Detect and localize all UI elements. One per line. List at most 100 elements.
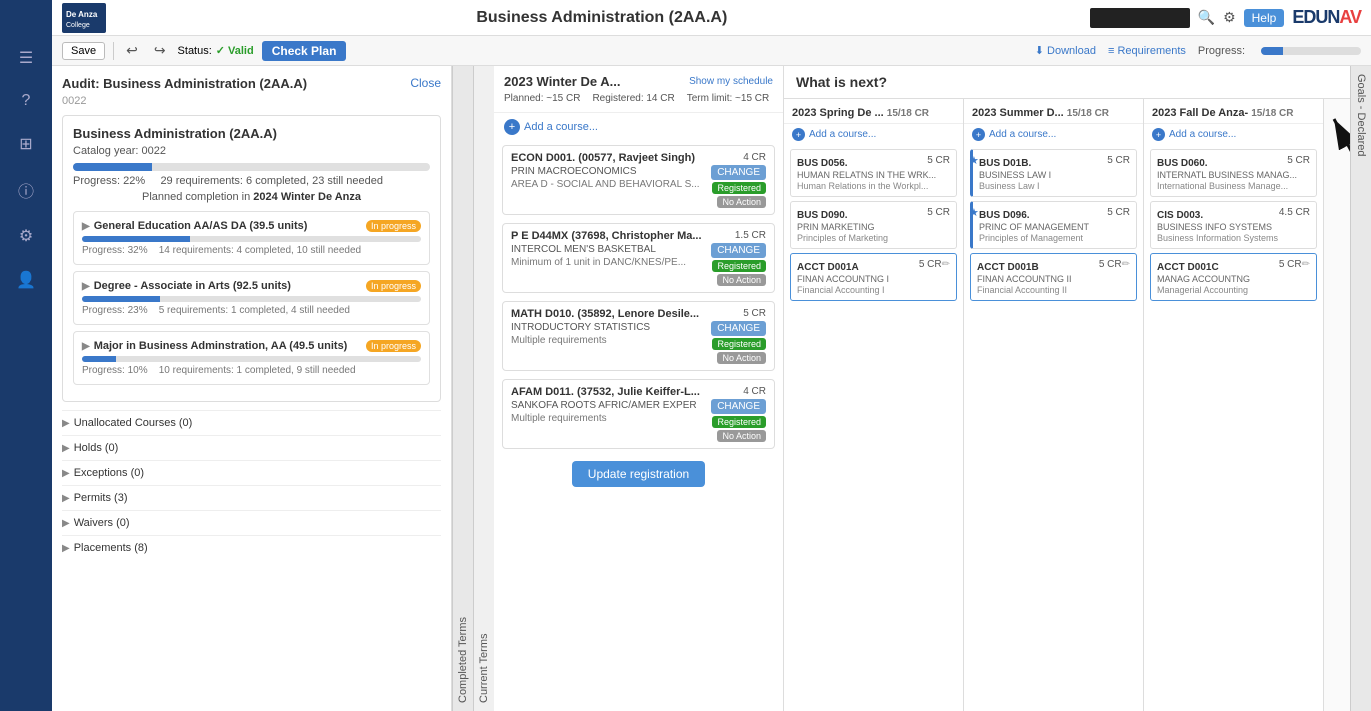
course-1-info: P E D44MX (37698, Christopher Ma... INTE… — [511, 230, 702, 268]
chevron-icon-9: ▶ — [62, 543, 70, 554]
sidebar-grid-icon[interactable]: ⊞ — [0, 122, 52, 166]
chevron-icon-8: ▶ — [62, 518, 70, 529]
toolbar: Save ↩ ↪ Status: ✓ Valid Check Plan ⬇ Do… — [52, 36, 1371, 66]
section-gen-ed-fill — [82, 236, 190, 242]
content-area: Completed Terms Current Terms 2023 Winte… — [452, 66, 1371, 711]
toolbar-divider-1 — [113, 42, 114, 60]
add-course-icon: + — [504, 119, 520, 135]
audit-title: Audit: Business Administration (2AA.A) — [62, 76, 307, 91]
course-3-credits: 4 CR — [743, 386, 766, 397]
check-plan-button[interactable]: Check Plan — [262, 41, 347, 61]
status-value: ✓ Valid — [216, 44, 254, 57]
course-card-2: MATH D010. (35892, Lenore Desile... INTR… — [502, 301, 775, 371]
audit-header: Audit: Business Administration (2AA.A) C… — [62, 76, 441, 91]
add-fall-icon: + — [1152, 128, 1165, 141]
section-major-stats: Progress: 10% 10 requirements: 1 complet… — [82, 365, 421, 376]
program-title: Business Administration (2AA.A) — [73, 126, 430, 141]
close-link[interactable]: Close — [410, 76, 441, 90]
program-progress-fill — [73, 163, 152, 171]
fall-course-2: ✏ ACCT D001C 5 CR MANAG ACCOUNTNG Manage… — [1150, 253, 1317, 301]
course-2-name: INTRODUCTORY STATISTICS — [511, 322, 699, 333]
placements-row[interactable]: ▶ Placements (8) — [62, 535, 441, 560]
svg-text:De Anza: De Anza — [66, 10, 98, 19]
sidebar-menu-icon[interactable]: ☰ — [0, 36, 52, 80]
program-box: Business Administration (2AA.A) Catalog … — [62, 115, 441, 402]
add-course-spring-btn[interactable]: + Add a course... — [784, 124, 963, 145]
current-term-header: 2023 Winter De A... Show my schedule Pla… — [494, 66, 783, 113]
current-term-name: 2023 Winter De A... — [504, 74, 620, 89]
help-button[interactable]: Help — [1244, 9, 1285, 27]
edit-icon-spring[interactable]: ✏ — [942, 259, 950, 270]
edit-icon-summer[interactable]: ✏ — [1122, 259, 1130, 270]
sidebar-user-icon[interactable]: 👤 — [0, 258, 52, 302]
summer-course-0: ★ BUS D01B. 5 CR BUSINESS LAW I Business… — [970, 149, 1137, 197]
section-degree-header[interactable]: ▶ Degree - Associate in Arts (92.5 units… — [82, 280, 421, 292]
course-0-change-btn[interactable]: CHANGE — [711, 165, 766, 180]
spring-course-1: BUS D090. 5 CR PRIN MARKETING Principles… — [790, 201, 957, 249]
course-1-name: INTERCOL MEN'S BASKETBAL — [511, 244, 702, 255]
future-term-summer-header: 2023 Summer D... 15/18 CR — [964, 99, 1143, 124]
overall-progress-fill — [1261, 47, 1283, 55]
exceptions-row[interactable]: ▶ Exceptions (0) — [62, 460, 441, 485]
permits-row[interactable]: ▶ Permits (3) — [62, 485, 441, 510]
add-course-summer-btn[interactable]: + Add a course... — [964, 124, 1143, 145]
course-0-info: ECON D001. (00577, Ravjeet Singh) PRIN M… — [511, 152, 700, 190]
registered-cr: Registered: 14 CR — [592, 93, 674, 104]
future-term-summer: 2023 Summer D... 15/18 CR + Add a course… — [964, 99, 1144, 711]
course-3-name: SANKOFA ROOTS AFRIC/AMER EXPER — [511, 400, 700, 411]
course-card-0-header: ECON D001. (00577, Ravjeet Singh) PRIN M… — [511, 152, 766, 208]
completed-terms-label: Completed Terms — [452, 66, 473, 711]
sidebar-info-icon[interactable]: ⓘ — [0, 166, 52, 214]
goals-sidebar[interactable]: Goals - Declared — [1350, 66, 1371, 711]
unallocated-courses-row[interactable]: ▶ Unallocated Courses (0) — [62, 410, 441, 435]
holds-row[interactable]: ▶ Holds (0) — [62, 435, 441, 460]
chevron-icon: ▶ — [82, 221, 90, 232]
section-major-badge: In progress — [366, 340, 421, 352]
svg-text:College: College — [66, 22, 90, 29]
chevron-icon-3: ▶ — [82, 341, 90, 352]
course-card-1-header: P E D44MX (37698, Christopher Ma... INTE… — [511, 230, 766, 286]
course-2-change-btn[interactable]: CHANGE — [711, 321, 766, 336]
course-0-status: Registered — [712, 182, 766, 194]
download-link[interactable]: ⬇ Download — [1035, 44, 1096, 57]
spring-course-0: BUS D056. 5 CR HUMAN RELATNS IN THE WRK.… — [790, 149, 957, 197]
sidebar-settings-icon[interactable]: ⚙ — [0, 214, 52, 258]
course-1-change-btn[interactable]: CHANGE — [711, 243, 766, 258]
settings-icon[interactable]: ⚙ — [1223, 9, 1236, 26]
term-limit: Term limit: ~15 CR — [687, 93, 770, 104]
show-my-schedule-link[interactable]: Show my schedule — [689, 76, 773, 87]
star-icon-summer-0: ★ — [969, 154, 979, 167]
section-major-fill — [82, 356, 116, 362]
future-term-fall-header: 2023 Fall De Anza- 15/18 CR — [1144, 99, 1323, 124]
update-registration-button[interactable]: Update registration — [572, 461, 705, 487]
redo-button[interactable]: ↪ — [150, 40, 170, 61]
left-sidebar: ☰ ? ⊞ ⓘ ⚙ 👤 — [0, 0, 52, 711]
arrow-space — [1324, 99, 1350, 711]
section-gen-ed-stats: Progress: 32% 14 requirements: 4 complet… — [82, 245, 421, 256]
chevron-icon-6: ▶ — [62, 468, 70, 479]
edit-icon-fall[interactable]: ✏ — [1302, 259, 1310, 270]
course-2-note: Multiple requirements — [511, 335, 699, 346]
course-card-3: AFAM D011. (37532, Julie Keiffer-L... SA… — [502, 379, 775, 449]
save-button[interactable]: Save — [62, 42, 105, 60]
user-search-bar[interactable] — [1090, 8, 1190, 28]
future-term-spring: 2023 Spring De ... 15/18 CR + Add a cour… — [784, 99, 964, 711]
deanza-logo: De Anza College — [62, 3, 106, 33]
section-degree: ▶ Degree - Associate in Arts (92.5 units… — [73, 271, 430, 325]
add-course-current-btn[interactable]: + Add a course... — [494, 113, 783, 141]
section-major-header[interactable]: ▶ Major in Business Adminstration, AA (4… — [82, 340, 421, 352]
undo-button[interactable]: ↩ — [122, 40, 142, 61]
waivers-row[interactable]: ▶ Waivers (0) — [62, 510, 441, 535]
search-icon[interactable]: 🔍 — [1198, 9, 1215, 26]
arrow-svg — [1324, 99, 1350, 299]
course-1-action: No Action — [717, 274, 766, 286]
overall-progress-bar — [1261, 47, 1361, 55]
summer-course-2: ✏ ACCT D001B 5 CR FINAN ACCOUNTNG II Fin… — [970, 253, 1137, 301]
completion-text: Planned completion in 2024 Winter De Anz… — [73, 191, 430, 203]
course-0-note: AREA D - SOCIAL AND BEHAVIORAL S... — [511, 179, 700, 190]
requirements-link[interactable]: ≡ Requirements — [1108, 45, 1186, 57]
section-gen-ed-header[interactable]: ▶ General Education AA/AS DA (39.5 units… — [82, 220, 421, 232]
course-3-change-btn[interactable]: CHANGE — [711, 399, 766, 414]
sidebar-help-icon[interactable]: ? — [0, 80, 52, 122]
add-course-fall-btn[interactable]: + Add a course... — [1144, 124, 1323, 145]
